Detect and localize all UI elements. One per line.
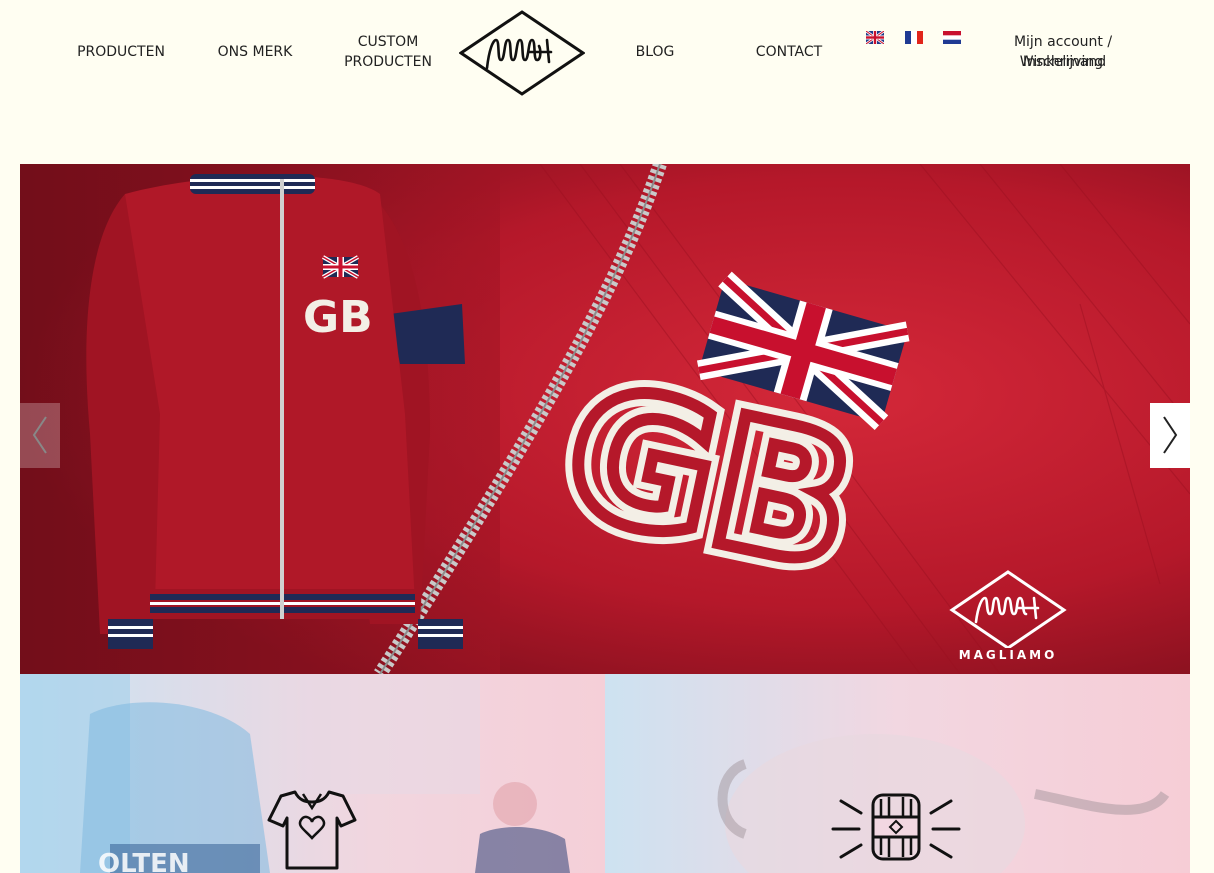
nav-contact[interactable]: CONTACT [744,42,834,62]
flag-en-icon[interactable] [865,29,885,46]
site-header: PRODUCTEN ONS MERK CUSTOM PRODUCTEN BLOG… [0,0,1214,110]
tile-materials[interactable] [605,674,1190,873]
jacket-gb-text: GB [303,292,373,343]
slider-next-button[interactable] [1150,403,1190,468]
flag-fr-icon[interactable] [905,29,923,44]
nav-ons-merk[interactable]: ONS MERK [205,42,305,62]
chevron-left-icon [32,416,47,454]
tile-left-jersey-text: OLTEN [98,849,190,873]
wool-yarn-icon [831,793,961,861]
chevron-right-icon [1163,416,1178,454]
tile-custom-products[interactable]: OLTEN [20,674,605,873]
nav-producten[interactable]: PRODUCTEN [66,42,176,62]
magliamo-logo[interactable] [458,10,586,96]
nav-custom-line2: PRODUCTEN [344,54,432,70]
hero-slider: GB GB GB MAGLIAMO [20,164,1190,674]
jersey-heart-icon [267,790,357,870]
flag-nl-icon[interactable] [943,29,961,44]
nav-custom-line1: CUSTOM [357,34,419,50]
brand-name: MAGLIAMO [958,648,1058,662]
nav-custom-producten[interactable]: CUSTOM PRODUCTEN [338,32,438,72]
slider-prev-button[interactable] [20,403,60,468]
nav-blog[interactable]: BLOG [620,42,690,62]
cart-link[interactable]: Winkelmand [973,52,1153,72]
